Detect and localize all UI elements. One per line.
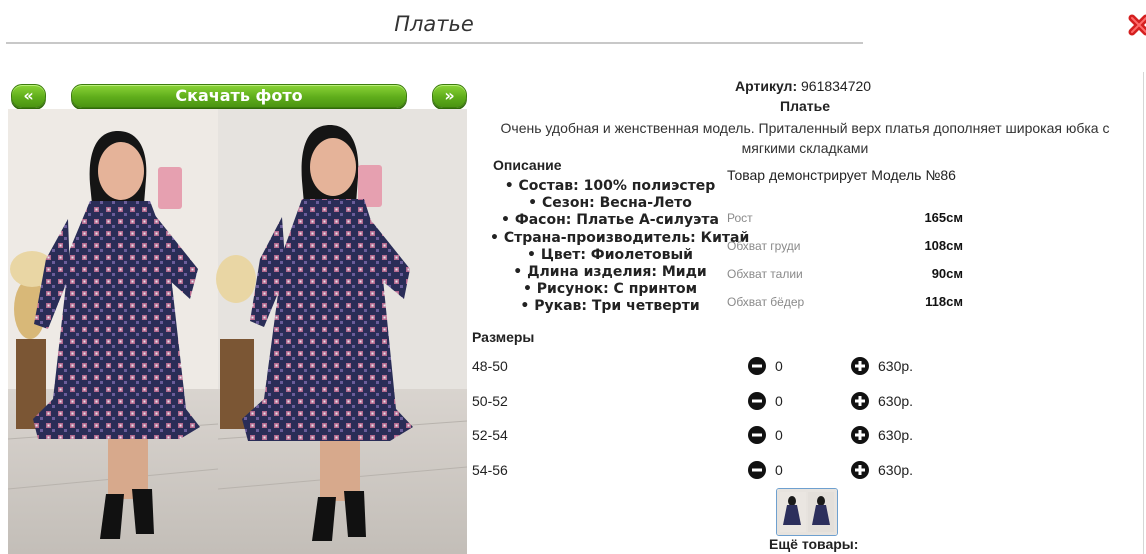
measure-label: Обхват бёдер (727, 295, 805, 309)
prev-photo-button[interactable]: « (11, 84, 46, 108)
size-label: 52-54 (472, 427, 508, 443)
spec-item: Рукав: Три четверти (490, 298, 730, 315)
more-products-label: Ещё товары: (769, 536, 859, 552)
size-price: 630р. (878, 358, 914, 374)
spec-item: Рисунок: С принтом (490, 281, 730, 298)
article-line: Артикул: 961834720 (735, 78, 871, 94)
close-icon[interactable] (1128, 14, 1146, 48)
specs-title: Описание (493, 157, 562, 173)
product-photo (8, 109, 467, 554)
sizes-title: Размеры (472, 329, 535, 345)
spec-item: Сезон: Весна-Лето (490, 195, 730, 212)
plus-circle-icon[interactable] (851, 392, 869, 410)
minus-circle-icon[interactable] (748, 461, 766, 479)
plus-circle-icon[interactable] (851, 426, 869, 444)
download-photo-button[interactable]: Скачать фото (71, 84, 407, 108)
photo-thumbnail[interactable] (776, 488, 838, 536)
measure-value: 108см (924, 238, 963, 253)
size-price: 630р. (878, 427, 914, 443)
size-row: 48-50 0 630р. (472, 357, 932, 377)
thumbnail-image (777, 489, 837, 535)
minus-circle-icon[interactable] (748, 357, 766, 375)
measure-value: 90см (931, 266, 963, 281)
size-label: 48-50 (472, 358, 508, 374)
spec-item: Цвет: Фиолетовый (490, 247, 730, 264)
size-label: 54-56 (472, 462, 508, 478)
product-description: Очень удобная и женственная модель. Прит… (500, 120, 1110, 156)
minus-circle-icon[interactable] (748, 426, 766, 444)
model-measures: Рост 165см Обхват груди 108см Обхват тал… (727, 208, 963, 320)
quantity-value: 0 (775, 393, 783, 409)
spec-item: Длина изделия: Миди (490, 264, 730, 281)
model-title: Товар демонстрирует Модель №86 (727, 167, 956, 183)
quantity-value: 0 (775, 427, 783, 443)
measure-row: Рост 165см (727, 208, 963, 236)
article-value: 961834720 (801, 78, 872, 94)
plus-circle-icon[interactable] (851, 357, 869, 375)
measure-label: Обхват груди (727, 239, 801, 253)
plus-circle-icon[interactable] (851, 461, 869, 479)
measure-value: 165см (924, 210, 963, 225)
title-divider (6, 42, 863, 44)
article-label: Артикул: (735, 78, 798, 94)
page-title: Платье (394, 12, 474, 36)
size-row: 54-56 0 630р. (472, 461, 932, 481)
measure-label: Рост (727, 211, 753, 225)
measure-row: Обхват бёдер 118см (727, 292, 963, 320)
measure-row: Обхват талии 90см (727, 264, 963, 292)
size-row: 50-52 0 630р. (472, 392, 932, 412)
measure-row: Обхват груди 108см (727, 236, 963, 264)
quantity-value: 0 (775, 462, 783, 478)
photo-right (216, 109, 467, 554)
measure-label: Обхват талии (727, 267, 803, 281)
quantity-value: 0 (775, 358, 783, 374)
spec-item: Состав: 100% полиэстер (490, 178, 730, 195)
size-price: 630р. (878, 462, 914, 478)
product-name: Платье (780, 98, 830, 114)
spec-item: Фасон: Платье А-силуэта (490, 212, 730, 229)
scrollbar-track[interactable] (1143, 72, 1144, 554)
photo-left (8, 109, 219, 554)
minus-circle-icon[interactable] (748, 392, 766, 410)
specs-list: Состав: 100% полиэстер Сезон: Весна-Лето… (490, 178, 749, 316)
size-label: 50-52 (472, 393, 508, 409)
next-photo-button[interactable]: » (432, 84, 467, 108)
size-price: 630р. (878, 393, 914, 409)
size-row: 52-54 0 630р. (472, 426, 932, 446)
measure-value: 118см (925, 294, 963, 309)
spec-item: Страна-производитель: Китай (490, 230, 749, 247)
